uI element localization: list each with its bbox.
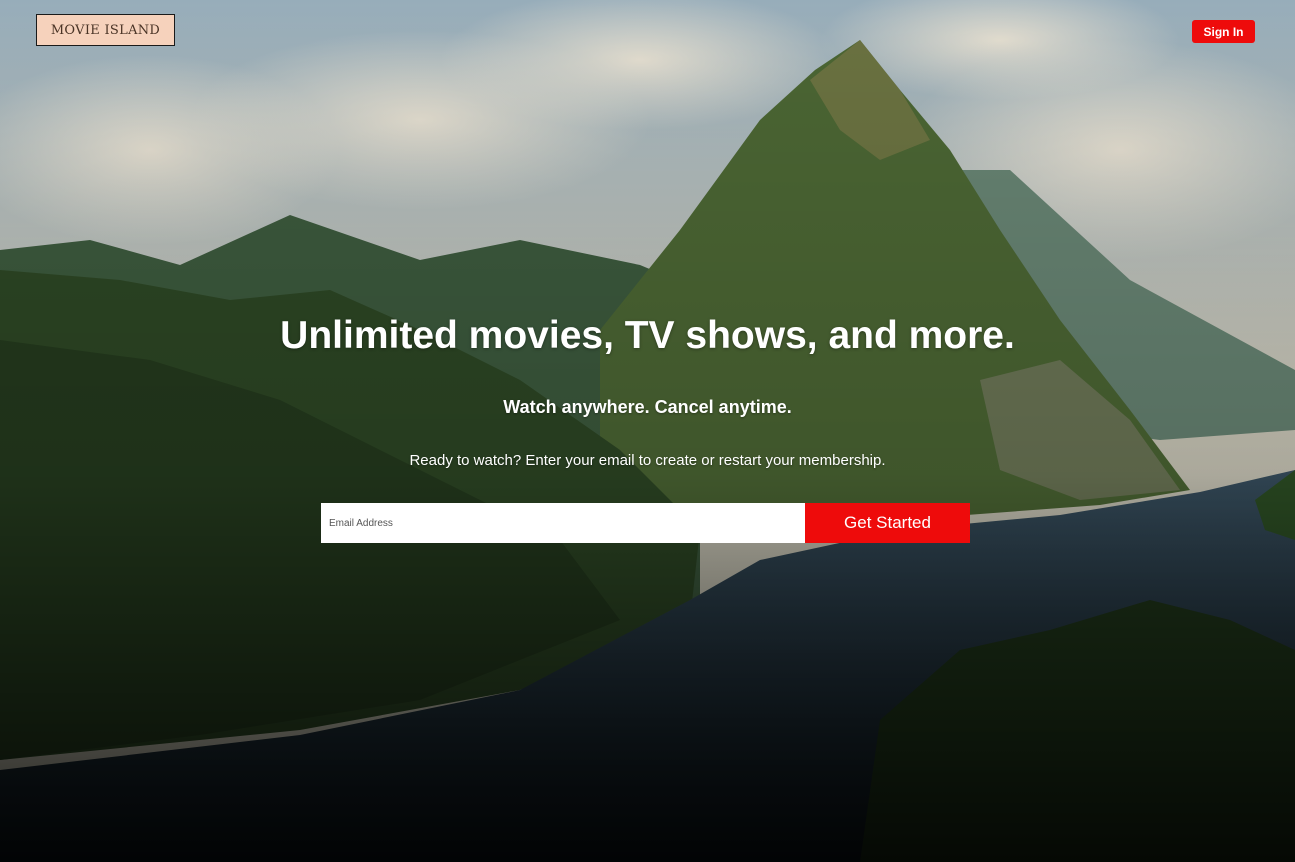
hero-background-image [0,0,1295,862]
get-started-button[interactable]: Get Started [805,503,970,543]
hero-subheadline: Watch anywhere. Cancel anytime. [503,397,792,417]
email-input[interactable] [321,503,805,543]
hero-headline: Unlimited movies, TV shows, and more. [280,314,1015,357]
movie-island-logo[interactable]: MOVIE ISLAND [36,14,175,46]
membership-prompt: Ready to watch? Enter your email to crea… [409,452,886,469]
logo-text: MOVIE ISLAND [50,22,161,38]
email-signup-form: Get Started [321,503,970,543]
hero-section: MOVIE ISLAND Sign In Unlimited movies, T… [0,0,1295,862]
sign-in-button[interactable]: Sign In [1192,20,1255,43]
